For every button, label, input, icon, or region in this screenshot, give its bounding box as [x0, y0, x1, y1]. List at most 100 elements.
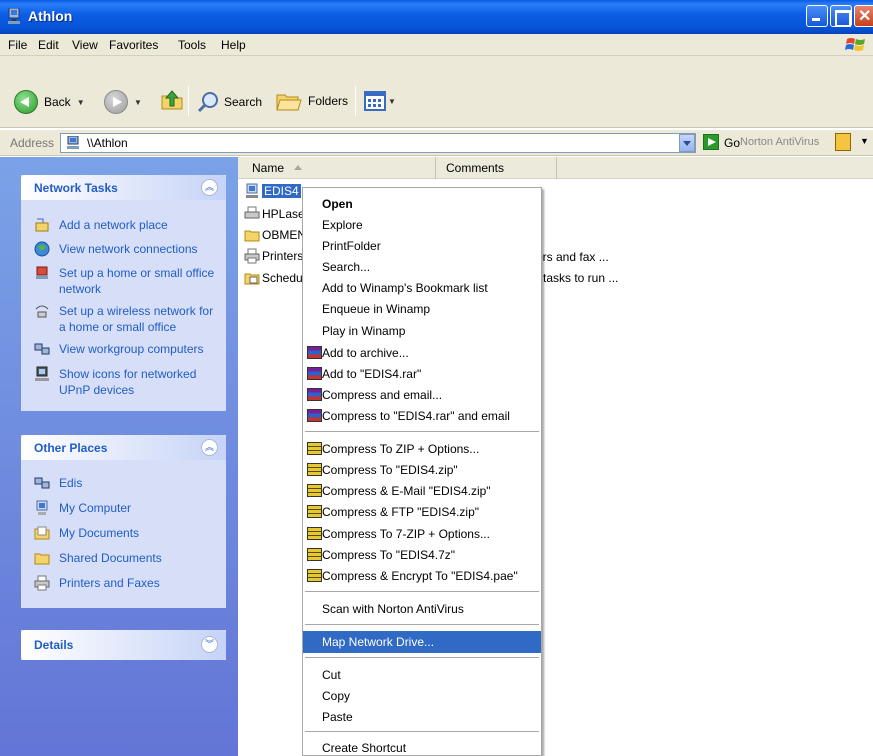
- minimize-button[interactable]: [806, 5, 828, 27]
- search-button[interactable]: Search: [196, 90, 262, 114]
- up-folder-button[interactable]: [160, 88, 184, 112]
- menu-item-add-to-archive[interactable]: Add to archive...: [303, 343, 541, 363]
- task-add-network-place[interactable]: Add a network place: [34, 217, 219, 233]
- collapse-chevron-icon[interactable]: ︽: [201, 179, 218, 196]
- menu-item-map-network-drive[interactable]: Map Network Drive...: [303, 631, 541, 653]
- address-input[interactable]: \\Athlon: [60, 133, 696, 153]
- place-label: Printers and Faxes: [59, 576, 160, 590]
- zip-archive-icon: [307, 569, 322, 582]
- menu-item-enqueue-winamp[interactable]: Enqueue in Winamp: [303, 299, 541, 319]
- menu-item-scan-norton[interactable]: Scan with Norton AntiVirus: [303, 599, 541, 619]
- folders-label: Folders: [308, 94, 349, 108]
- menu-item-compress-to-7z[interactable]: Compress To "EDIS4.7z": [303, 545, 541, 565]
- menu-item-label: PrintFolder: [322, 239, 381, 253]
- menu-item-compress-7zip-options[interactable]: Compress To 7-ZIP + Options...: [303, 524, 541, 544]
- menu-divider: [305, 657, 539, 658]
- place-label: Shared Documents: [59, 551, 162, 565]
- forward-arrow-icon: [104, 90, 128, 114]
- menu-view[interactable]: View: [72, 38, 98, 52]
- menu-item-copy[interactable]: Copy: [303, 686, 541, 706]
- address-dropdown-button[interactable]: [679, 134, 695, 152]
- task-label: Add a network place: [59, 218, 168, 232]
- column-header-row: Name Comments: [238, 157, 873, 179]
- menu-item-label: Paste: [322, 710, 353, 724]
- place-printers-and-faxes[interactable]: Printers and Faxes: [34, 575, 219, 591]
- task-view-network-connections[interactable]: View network connections: [34, 241, 219, 257]
- views-button[interactable]: ▼: [364, 91, 396, 111]
- menu-item-label: Compress & E-Mail "EDIS4.zip": [322, 484, 491, 498]
- menu-item-compress-encrypt-pae[interactable]: Compress & Encrypt To "EDIS4.pae": [303, 566, 541, 586]
- close-button[interactable]: ✕: [854, 5, 873, 27]
- list-item[interactable]: Printers: [244, 248, 303, 264]
- other-places-header[interactable]: Other Places ︽: [21, 435, 226, 460]
- menu-item-compress-email-zip[interactable]: Compress & E-Mail "EDIS4.zip": [303, 481, 541, 501]
- menu-item-create-shortcut[interactable]: Create Shortcut: [303, 738, 541, 756]
- back-button[interactable]: Back ▼: [14, 90, 85, 114]
- place-my-documents[interactable]: My Documents: [34, 525, 219, 541]
- place-shared-documents[interactable]: Shared Documents: [34, 550, 219, 566]
- menu-item-winamp-bookmark[interactable]: Add to Winamp's Bookmark list: [303, 278, 541, 298]
- menu-item-cut[interactable]: Cut: [303, 665, 541, 685]
- task-view-workgroup-computers[interactable]: View workgroup computers: [34, 341, 219, 357]
- task-label: View network connections: [59, 242, 198, 256]
- menu-item-label: Play in Winamp: [322, 324, 406, 338]
- folders-button[interactable]: Folders: [276, 90, 348, 112]
- menu-item-label: Compress & Encrypt To "EDIS4.pae": [322, 569, 518, 583]
- menu-file[interactable]: File: [8, 38, 27, 52]
- menu-item-compress-to-zip[interactable]: Compress To "EDIS4.zip": [303, 460, 541, 480]
- maximize-button[interactable]: [830, 5, 852, 27]
- menu-item-open[interactable]: Open: [303, 194, 541, 214]
- menu-divider: [305, 431, 539, 432]
- menu-item-paste[interactable]: Paste: [303, 707, 541, 727]
- list-item[interactable]: HPLase: [244, 206, 305, 222]
- norton-antivirus-label: Norton AntiVirus: [740, 136, 820, 148]
- menu-item-label: Create Shortcut: [322, 741, 407, 755]
- column-name-label: Name: [252, 161, 285, 175]
- go-arrow-icon[interactable]: [703, 134, 719, 150]
- shared-folder-icon: [34, 553, 50, 565]
- chevron-down-icon[interactable]: ▼: [860, 136, 869, 146]
- menu-edit[interactable]: Edit: [38, 38, 59, 52]
- network-computer-icon: [67, 136, 79, 149]
- menu-help[interactable]: Help: [221, 38, 246, 52]
- menu-item-label: Add to Winamp's Bookmark list: [322, 281, 488, 295]
- norton-icon[interactable]: [835, 133, 851, 151]
- forward-button[interactable]: ▼: [104, 90, 142, 114]
- place-edis[interactable]: Edis: [34, 475, 219, 491]
- column-header-comments[interactable]: Comments: [437, 157, 557, 179]
- task-setup-home-network[interactable]: Set up a home or small office network: [34, 265, 219, 297]
- menu-item-compress-rar-email[interactable]: Compress to "EDIS4.rar" and email: [303, 406, 541, 426]
- menu-item-compress-ftp-zip[interactable]: Compress & FTP "EDIS4.zip": [303, 502, 541, 522]
- expand-chevron-icon[interactable]: ︾: [201, 636, 218, 653]
- column-header-name[interactable]: Name: [238, 157, 436, 179]
- task-show-upnp-icons[interactable]: Show icons for networked UPnP devices: [34, 366, 219, 398]
- network-tasks-header[interactable]: Network Tasks ︽: [21, 175, 226, 200]
- menu-item-explore[interactable]: Explore: [303, 215, 541, 235]
- go-button[interactable]: Go: [724, 136, 740, 150]
- search-label: Search: [224, 95, 263, 109]
- menu-item-play-winamp[interactable]: Play in Winamp: [303, 321, 541, 341]
- menu-item-add-to-rar[interactable]: Add to "EDIS4.rar": [303, 364, 541, 384]
- menu-item-compress-and-email[interactable]: Compress and email...: [303, 385, 541, 405]
- place-my-computer[interactable]: My Computer: [34, 500, 219, 516]
- menu-item-search[interactable]: Search...: [303, 257, 541, 277]
- my-documents-icon: [34, 526, 50, 540]
- network-computer-icon: [8, 8, 20, 24]
- task-setup-wireless-network[interactable]: Set up a wireless network for a home or …: [34, 303, 219, 335]
- menu-item-label: Explore: [322, 218, 363, 232]
- menu-favorites[interactable]: Favorites: [109, 38, 158, 52]
- list-item[interactable]: Schedu: [244, 270, 303, 286]
- winrar-icon: [307, 388, 322, 401]
- menu-item-label: Scan with Norton AntiVirus: [322, 602, 464, 616]
- menu-item-printfolder[interactable]: PrintFolder: [303, 236, 541, 256]
- menu-tools[interactable]: Tools: [178, 38, 206, 52]
- list-item[interactable]: OBMEN: [244, 227, 306, 243]
- collapse-chevron-icon[interactable]: ︽: [201, 439, 218, 456]
- menu-item-compress-zip-options[interactable]: Compress To ZIP + Options...: [303, 439, 541, 459]
- network-tasks-title: Network Tasks: [34, 181, 118, 195]
- details-header[interactable]: Details ︾: [21, 630, 226, 660]
- zip-archive-icon: [307, 527, 322, 540]
- list-item[interactable]: EDIS4: [244, 183, 301, 199]
- upnp-devices-icon: [35, 366, 49, 381]
- item-name: Printers: [262, 249, 304, 263]
